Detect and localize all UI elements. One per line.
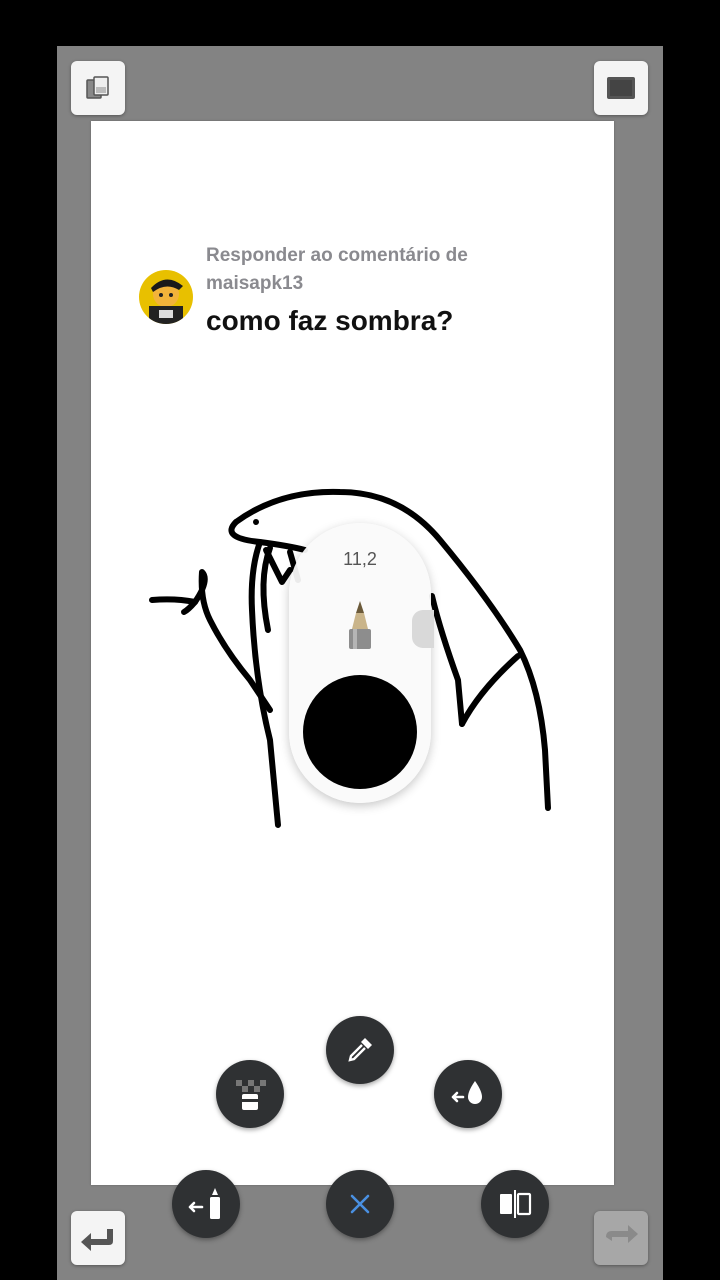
avatar	[139, 270, 193, 324]
transparent-fill-button[interactable]	[216, 1060, 284, 1128]
redo-button[interactable]	[594, 1211, 648, 1265]
layers-icon	[86, 76, 109, 99]
mirror-icon	[500, 1190, 532, 1218]
brush-icon	[188, 1188, 220, 1219]
mirror-button[interactable]	[481, 1170, 549, 1238]
current-color-swatch[interactable]	[303, 675, 417, 789]
brush-tip-icon	[349, 601, 371, 649]
brush-panel-handle[interactable]	[412, 610, 434, 648]
color-fill-button[interactable]	[434, 1060, 502, 1128]
eyedropper-icon	[348, 1038, 372, 1062]
close-icon	[350, 1194, 370, 1214]
undo-button[interactable]	[71, 1211, 125, 1265]
brush-size-value: 11,2	[343, 549, 377, 569]
layers-button[interactable]	[71, 61, 125, 115]
comment-text: como faz sombra?	[206, 305, 454, 336]
drop-icon	[451, 1081, 482, 1104]
undo-icon	[81, 1229, 113, 1251]
reply-comment-card: Responder ao comentário de maisapk13 com…	[127, 232, 557, 372]
checker-bucket-icon	[236, 1080, 266, 1110]
brush-select-button[interactable]	[172, 1170, 240, 1238]
redo-icon	[606, 1225, 638, 1243]
fullscreen-icon	[607, 77, 635, 99]
eyedropper-button[interactable]	[326, 1016, 394, 1084]
close-tools-button[interactable]	[326, 1170, 394, 1238]
reply-label: Responder ao comentário de maisapk13	[206, 245, 468, 294]
fullscreen-button[interactable]	[594, 61, 648, 115]
